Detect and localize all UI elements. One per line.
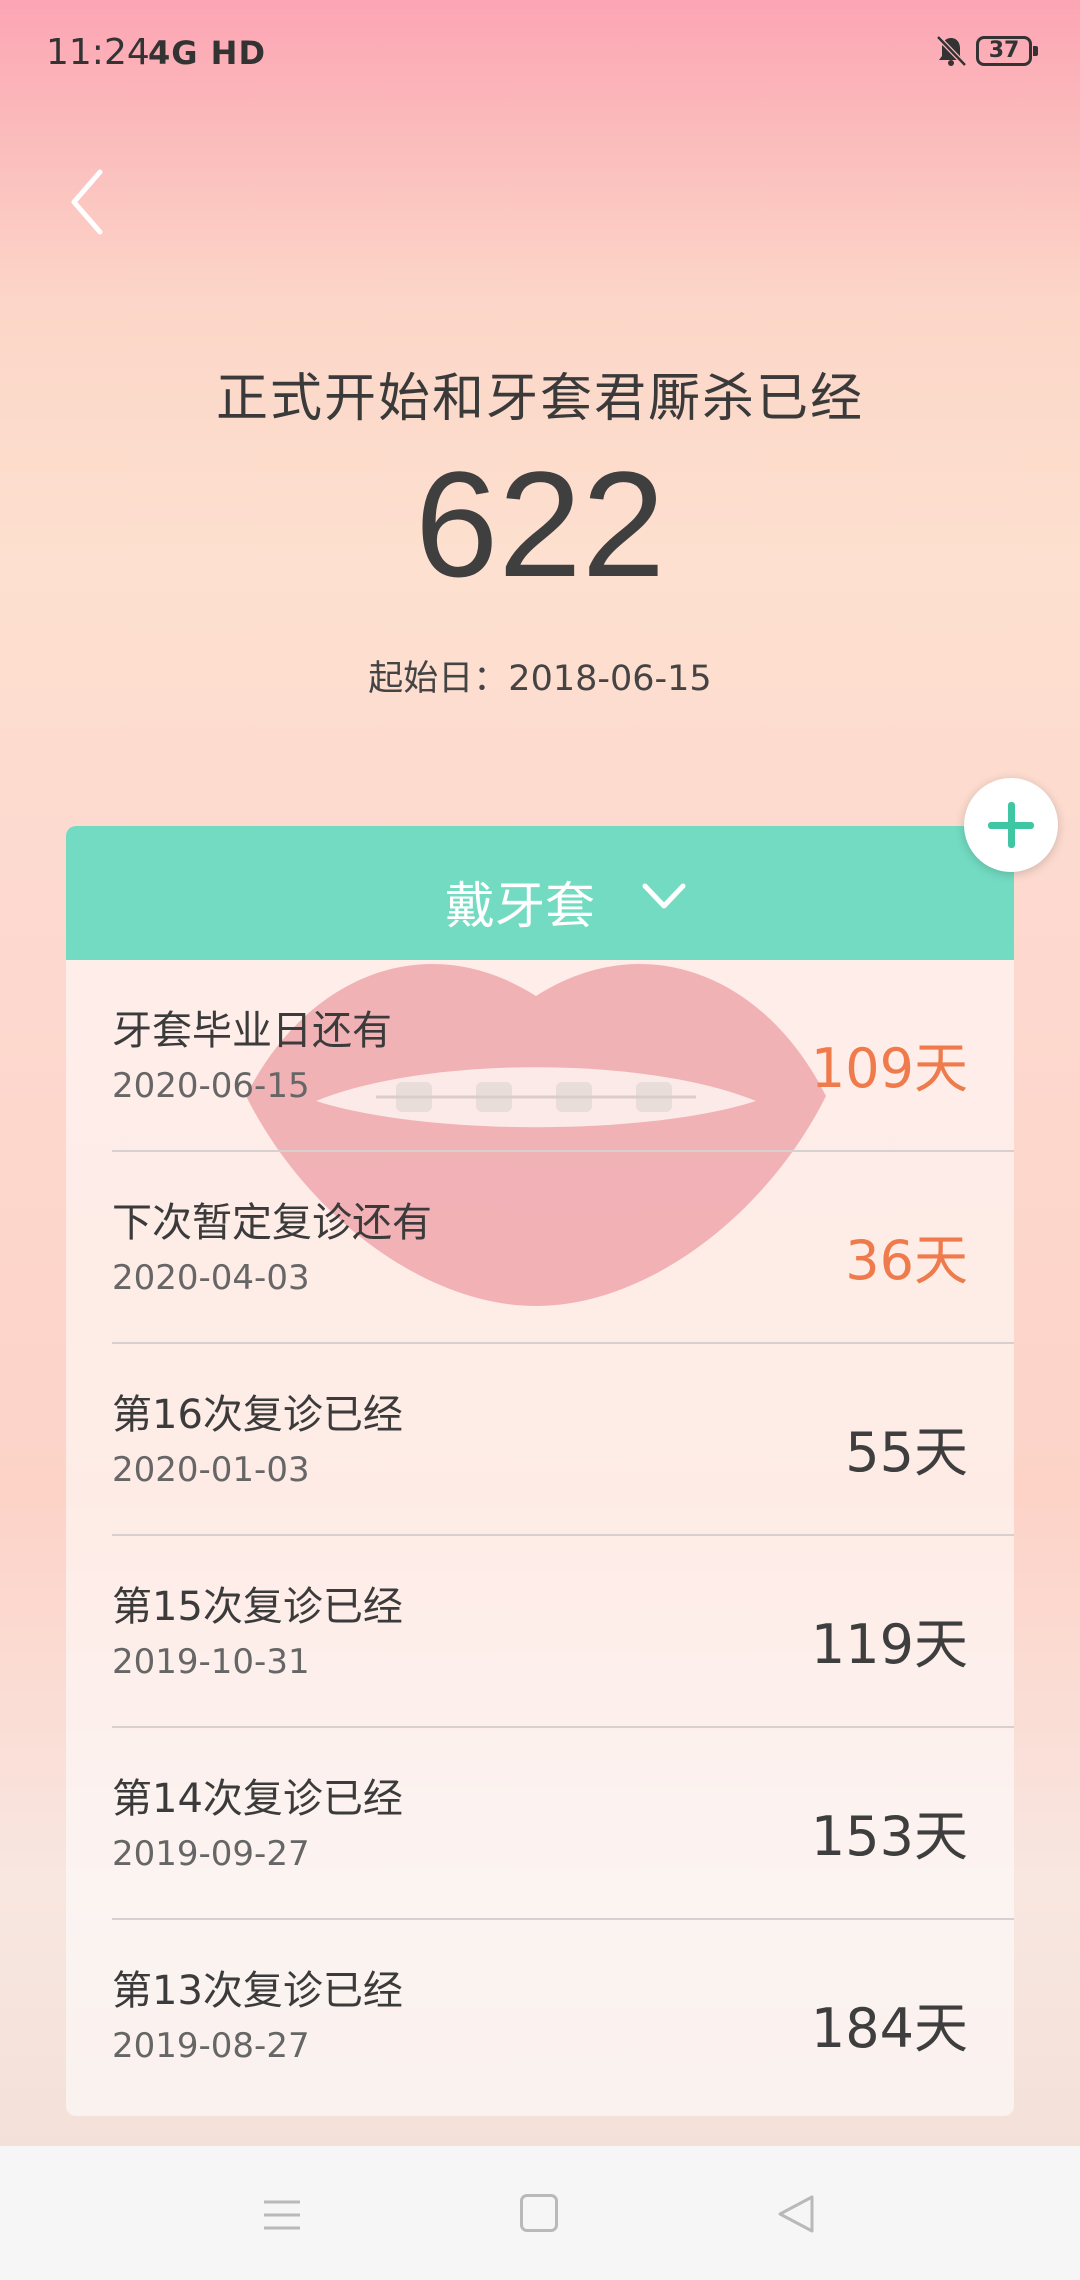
bell-muted-icon [936, 35, 967, 67]
network-indicator: 4G HD [148, 34, 267, 72]
item-title: 下次暂定复诊还有 [112, 1200, 432, 1246]
item-title: 第16次复诊已经 [112, 1392, 403, 1438]
system-nav-bar [0, 2146, 1080, 2280]
hero-title: 正式开始和牙套君厮杀已经 [215, 369, 864, 429]
category-label: 戴牙套 [445, 877, 595, 935]
menu-icon[interactable] [262, 2198, 302, 2232]
item-date: 2019-08-27 [112, 2026, 310, 2066]
item-days: 153天 [810, 1805, 968, 1868]
item-date: 2019-09-27 [112, 1834, 310, 1874]
item-days: 109天 [810, 1037, 968, 1100]
day-count: 622 [414, 440, 666, 608]
item-title: 第15次复诊已经 [112, 1584, 403, 1630]
status-bar: 11:24 4G HD 37 [0, 0, 1080, 110]
item-date: 2020-01-03 [112, 1450, 310, 1490]
item-title: 第13次复诊已经 [112, 1968, 403, 2014]
item-date: 2019-10-31 [112, 1642, 310, 1682]
list-item[interactable]: 下次暂定复诊还有 2020-04-03 36天 [112, 1152, 1014, 1344]
list-item[interactable]: 第16次复诊已经 2020-01-03 55天 [112, 1344, 1014, 1536]
category-dropdown[interactable]: 戴牙套 [66, 826, 1014, 960]
item-days: 36天 [845, 1229, 968, 1292]
item-date: 2020-06-15 [112, 1066, 310, 1106]
list-item[interactable]: 第13次复诊已经 2019-08-27 184天 [112, 1920, 1014, 2112]
list-item[interactable]: 第15次复诊已经 2019-10-31 119天 [112, 1536, 1014, 1728]
list-item[interactable]: 牙套毕业日还有 2020-06-15 109天 [112, 960, 1014, 1152]
item-days: 119天 [810, 1613, 968, 1676]
back-triangle-icon[interactable] [776, 2194, 816, 2234]
back-arrow-icon[interactable] [62, 166, 122, 236]
start-date: 起始日：2018-06-15 [368, 659, 712, 699]
list-item[interactable]: 第14次复诊已经 2019-09-27 153天 [112, 1728, 1014, 1920]
chevron-down-icon [642, 883, 686, 909]
battery-icon: 37 [976, 36, 1038, 66]
item-days: 184天 [810, 1997, 968, 2060]
item-days: 55天 [845, 1421, 968, 1484]
status-time: 11:24 [46, 32, 150, 73]
add-button[interactable] [964, 778, 1058, 872]
item-title: 牙套毕业日还有 [112, 1008, 392, 1054]
item-title: 第14次复诊已经 [112, 1776, 403, 1822]
home-icon[interactable] [520, 2194, 558, 2232]
events-card: 戴牙套 牙套毕业日还有 2020-06-15 109天 下次暂定复诊还有 202… [66, 826, 1014, 2116]
item-date: 2020-04-03 [112, 1258, 310, 1298]
